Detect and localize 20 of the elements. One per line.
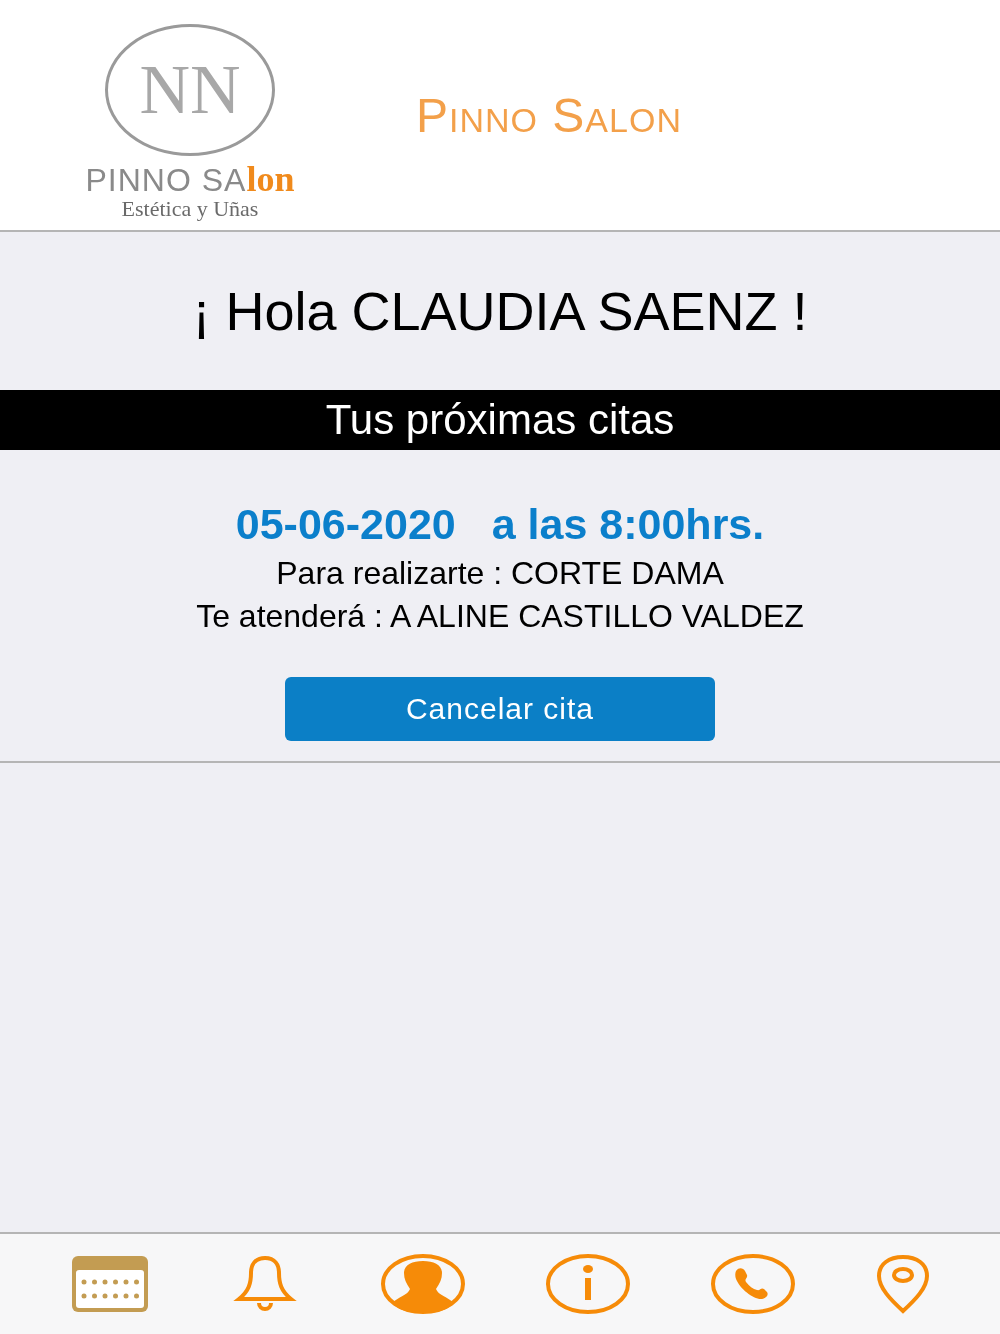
tab-button[interactable] [69,1254,150,1314]
appointment-stylist: Te atenderá : A ALINE CASTILLO VALDEZ [196,598,804,635]
cancel-button[interactable]: Cancelar cita [285,677,715,741]
phone-icon [709,1253,796,1315]
salon-title: Pinno Salon [416,87,682,143]
appointment-service: Para realizarte : CORTE DAMA [276,555,724,592]
greeting: ¡ Hola CLAUDIA SAENZ ! [192,280,808,342]
tab-button[interactable] [379,1253,466,1315]
appointment-time: a las 8:00hrs. [491,500,765,549]
appointment-date: 05-06-2020 [235,500,456,549]
profile-icon [379,1253,466,1315]
logo-monogram: NN [105,24,275,156]
tab-button[interactable] [544,1253,631,1315]
calendar-icon [69,1254,150,1314]
location-pin-icon [874,1254,931,1314]
tab-button[interactable] [874,1254,931,1314]
info-icon [544,1253,631,1315]
logo-name: PINNO SA [85,162,247,199]
tab-button[interactable] [709,1253,796,1315]
section-title: Tus próximas citas [325,396,675,444]
